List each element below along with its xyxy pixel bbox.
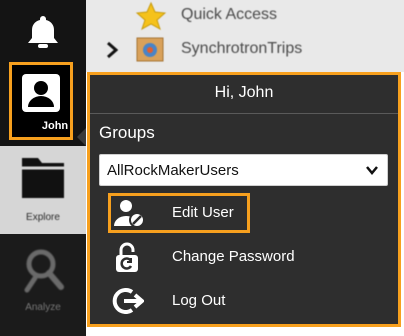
- edit-user-label: Edit User: [172, 204, 234, 221]
- change-password-label: Change Password: [172, 248, 295, 265]
- tree-item-label: SynchrotronTrips: [181, 40, 303, 57]
- star-icon: [135, 1, 167, 35]
- user-menu-highlight: John: [9, 62, 73, 140]
- chevron-right-icon[interactable]: [106, 41, 119, 64]
- nav-analyze-label: Analyze: [25, 302, 61, 313]
- synchrotron-folder-icon: [136, 35, 164, 68]
- nav-explore-label: Explore: [26, 212, 60, 223]
- user-popover: Hi, John Groups AllRockMakerUsers Edit U…: [87, 72, 401, 327]
- user-menu-button[interactable]: John: [0, 62, 86, 146]
- divider: [90, 113, 398, 114]
- groups-select-value: AllRockMakerUsers: [107, 162, 239, 179]
- change-password-item[interactable]: Change Password: [90, 237, 398, 277]
- popover-caret: [77, 128, 86, 146]
- analyze-icon: [21, 246, 65, 299]
- greeting: Hi, John: [214, 84, 274, 101]
- bell-icon: [24, 14, 62, 55]
- log-out-label: Log Out: [172, 292, 226, 309]
- groups-select[interactable]: AllRockMakerUsers: [99, 154, 388, 186]
- log-out-item[interactable]: Log Out: [90, 281, 398, 321]
- nav-analyze[interactable]: Analyze: [0, 234, 86, 336]
- chevron-down-icon: [365, 163, 379, 182]
- folder-tree: Quick Access SynchrotronTrips: [86, 0, 404, 72]
- tree-item-label: Quick Access: [181, 6, 278, 23]
- edit-user-icon: [112, 198, 146, 233]
- groups-label: Groups: [99, 123, 155, 142]
- left-rail: John Explore Analyze: [0, 0, 86, 336]
- folder-icon: [20, 152, 66, 207]
- user-icon: [21, 73, 61, 118]
- tree-item-quick-access[interactable]: Quick Access: [86, 0, 404, 32]
- notifications-button[interactable]: [0, 0, 86, 62]
- logout-icon: [112, 286, 146, 321]
- edit-user-item[interactable]: Edit User: [90, 193, 398, 233]
- tree-item-synchrotron-trips[interactable]: SynchrotronTrips: [86, 34, 404, 66]
- nav-explore[interactable]: Explore: [0, 146, 86, 234]
- lock-icon: [112, 242, 142, 279]
